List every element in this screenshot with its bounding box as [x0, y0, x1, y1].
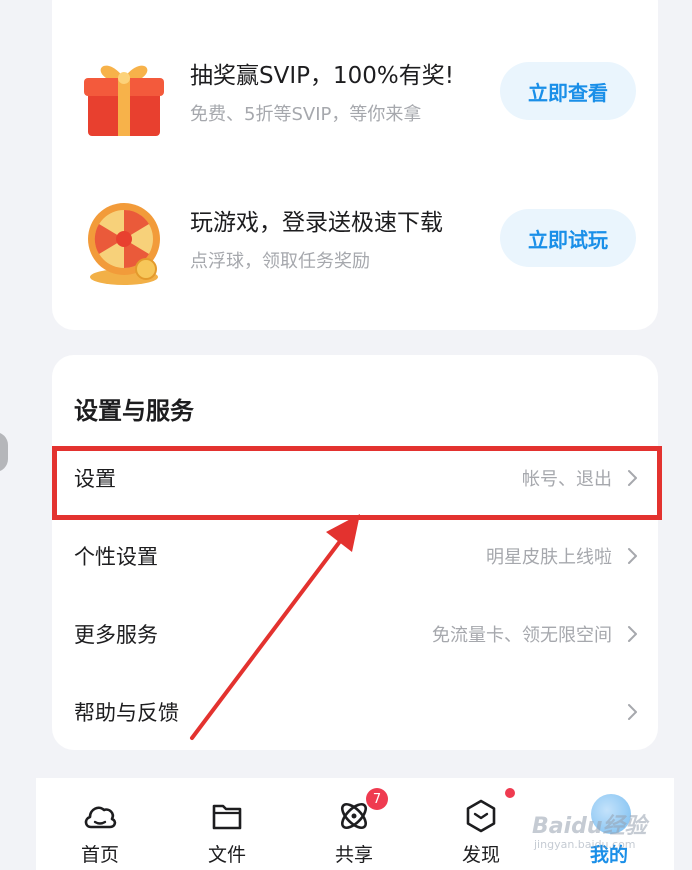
promo-row-game[interactable]: 玩游戏，登录送极速下载 点浮球，领取任务奖励 立即试玩	[52, 197, 658, 307]
row-label: 更多服务	[74, 623, 158, 647]
notification-badge: 7	[366, 788, 388, 810]
promo-row-lottery[interactable]: 抽奖赢SVIP，100%有奖! 免费、5折等SVIP，等你来拿 立即查看	[52, 50, 658, 160]
row-value: 明星皮肤上线啦	[486, 547, 612, 568]
cloud-home-icon	[84, 806, 117, 829]
row-value: 免流量卡、领无限空间	[432, 625, 612, 646]
nav-label: 发现	[461, 844, 500, 866]
nav-label: 共享	[334, 844, 373, 866]
settings-services-card: 设置与服务 设置 帐号、退出 个性设置 明星皮肤上线啦 更多服务 免流量卡、领无…	[52, 355, 658, 750]
chevron-right-icon	[628, 470, 637, 486]
promo-subtitle: 点浮球，领取任务奖励	[190, 251, 370, 272]
nav-label-active: 我的	[589, 844, 628, 866]
bottom-nav-bar: 首页 文件 7 共享 发现 我的	[36, 778, 674, 870]
folder-icon	[212, 804, 242, 830]
nav-label: 首页	[80, 844, 119, 866]
discover-cube-icon	[466, 799, 496, 833]
promo-card: 抽奖赢SVIP，100%有奖! 免费、5折等SVIP，等你来拿 立即查看 玩游戏…	[52, 0, 658, 330]
chevron-right-icon	[628, 704, 637, 720]
prize-wheel-icon	[88, 203, 160, 285]
nav-item-share[interactable]: 7 共享	[304, 778, 404, 870]
floating-ball-handle[interactable]	[0, 432, 8, 472]
gift-box-icon	[84, 65, 164, 136]
nav-item-home[interactable]: 首页	[50, 778, 150, 870]
settings-row-help-feedback[interactable]: 帮助与反馈	[52, 683, 658, 743]
settings-row-settings[interactable]: 设置 帐号、退出	[52, 449, 658, 509]
profile-avatar-icon	[591, 794, 631, 834]
settings-row-more-services[interactable]: 更多服务 免流量卡、领无限空间	[52, 605, 658, 665]
promo-title: 玩游戏，登录送极速下载	[190, 210, 443, 236]
settings-row-personalize[interactable]: 个性设置 明星皮肤上线啦	[52, 527, 658, 587]
chevron-right-icon	[628, 548, 637, 564]
row-label: 设置	[74, 467, 116, 491]
notification-dot	[505, 788, 515, 798]
nav-item-discover[interactable]: 发现	[431, 778, 531, 870]
my-page-screen: 抽奖赢SVIP，100%有奖! 免费、5折等SVIP，等你来拿 立即查看 玩游戏…	[0, 0, 692, 870]
view-now-button[interactable]: 立即查看	[500, 62, 636, 120]
row-label: 帮助与反馈	[74, 701, 179, 725]
row-label: 个性设置	[74, 545, 158, 569]
chevron-right-icon	[628, 626, 637, 642]
nav-item-mine[interactable]: 我的	[559, 778, 659, 870]
nav-item-files[interactable]: 文件	[177, 778, 277, 870]
try-now-button[interactable]: 立即试玩	[500, 209, 636, 267]
promo-title: 抽奖赢SVIP，100%有奖!	[190, 63, 454, 89]
nav-label: 文件	[207, 844, 246, 866]
section-title: 设置与服务	[74, 397, 194, 425]
promo-subtitle: 免费、5折等SVIP，等你来拿	[190, 104, 422, 125]
row-value: 帐号、退出	[522, 469, 612, 490]
